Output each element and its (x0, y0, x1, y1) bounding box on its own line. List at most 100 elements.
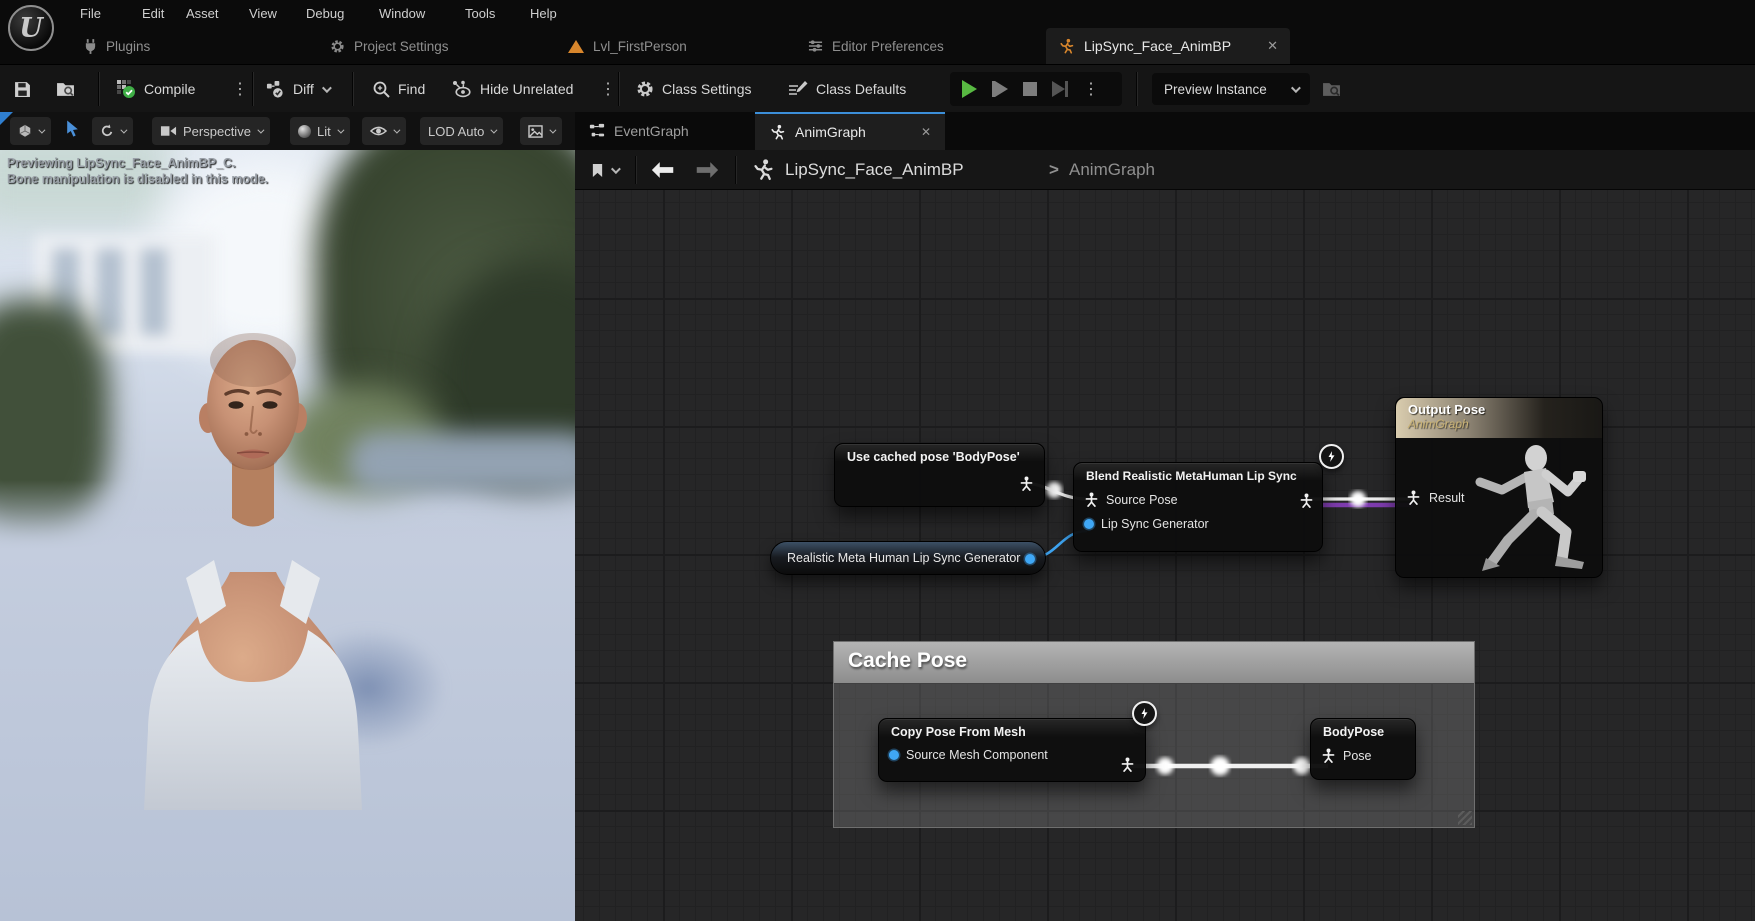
tab-editor-preferences-label: Editor Preferences (832, 39, 944, 54)
preview-instance-label: Preview Instance (1164, 82, 1267, 97)
top-chrome: U File Edit Asset View Debug Window Tool… (0, 0, 1755, 64)
pin-label: Source Pose (1106, 493, 1178, 507)
tab-lvl-firstperson[interactable]: Lvl_FirstPerson (568, 28, 687, 64)
pin-pose[interactable]: Pose (1311, 743, 1415, 768)
nav-forward-button[interactable] (695, 150, 721, 190)
gear-icon (636, 80, 654, 98)
tab-plugins-label: Plugins (106, 39, 150, 54)
browse-asset-button[interactable] (56, 65, 75, 113)
animgraph-canvas[interactable]: Cache Pose Use cached pose 'BodyPose' (575, 190, 1755, 921)
node-use-cached-pose[interactable]: Use cached pose 'BodyPose' (834, 443, 1045, 507)
skip-to-end-button[interactable] (1052, 81, 1068, 97)
nav-back-button[interactable] (649, 150, 675, 190)
lit-sphere-icon (298, 125, 311, 138)
bookmark-dropdown[interactable] (591, 150, 618, 190)
play-button[interactable] (962, 80, 977, 98)
select-cursor-button[interactable] (66, 120, 79, 142)
breadcrumb-root[interactable]: LipSync_Face_AnimBP (785, 150, 964, 190)
pose-output-pin[interactable] (1019, 476, 1034, 494)
show-flags-dropdown[interactable] (362, 117, 406, 145)
node-copy-pose-from-mesh[interactable]: Copy Pose From Mesh Source Mesh Componen… (878, 718, 1146, 782)
menu-tools[interactable]: Tools (461, 0, 499, 28)
tab-project-settings[interactable]: Project Settings (330, 28, 449, 64)
save-button[interactable] (14, 65, 31, 113)
menu-edit[interactable]: Edit (138, 0, 168, 28)
chevron-down-icon (120, 126, 127, 133)
menu-help[interactable]: Help (526, 0, 561, 28)
find-button[interactable]: Find (372, 65, 425, 113)
class-defaults-button[interactable]: Class Defaults (788, 65, 906, 113)
browse-preview-button[interactable] (1322, 65, 1341, 113)
tab-lipsync-face-animbp[interactable]: LipSync_Face_AnimBP ✕ (1046, 28, 1290, 64)
menu-asset[interactable]: Asset (182, 0, 223, 28)
chevron-down-icon (393, 126, 400, 133)
image-icon (528, 125, 543, 138)
toolbar-separator (98, 72, 99, 106)
blueprint-toolbar: Compile ⋮ Diff Find Hide Unrelated ⋮ Cla… (0, 64, 1755, 112)
object-output-pin[interactable] (1025, 554, 1035, 564)
tab-animgraph-label: AnimGraph (795, 124, 866, 140)
chevron-down-icon (491, 126, 498, 133)
frame-skip-button[interactable] (992, 81, 1008, 97)
bookmark-icon (591, 163, 604, 178)
close-icon[interactable]: ✕ (1267, 38, 1278, 54)
perspective-dropdown[interactable]: Perspective (152, 117, 270, 145)
object-pin-icon (889, 750, 899, 760)
menu-window[interactable]: Window (375, 0, 429, 28)
play-options-button[interactable]: ⋮ (1083, 79, 1099, 99)
comment-resize-handle[interactable] (1458, 811, 1472, 825)
tab-editor-preferences[interactable]: Editor Preferences (808, 28, 944, 64)
chevron-down-icon (38, 126, 45, 133)
preview-viewport[interactable]: Previewing LipSync_Face_AnimBP_C. Bone m… (0, 150, 575, 921)
menu-view[interactable]: View (245, 0, 281, 28)
gizmo-icon (18, 124, 32, 138)
animbp-runner-icon (1058, 38, 1075, 55)
compile-button[interactable]: Compile (116, 65, 195, 113)
rotation-snap-dropdown[interactable] (92, 117, 133, 145)
play-controls-group: ⋮ (950, 72, 1122, 106)
pose-output-pin[interactable] (1299, 493, 1314, 511)
compile-label: Compile (144, 81, 195, 97)
unreal-logo-icon[interactable]: U (8, 5, 54, 51)
lit-mode-dropdown[interactable]: Lit (290, 117, 350, 145)
pin-label: Source Mesh Component (906, 748, 1048, 762)
menu-file[interactable]: File (76, 0, 105, 28)
rotate-icon (100, 124, 114, 138)
node-save-cached-pose-bodypose[interactable]: BodyPose Pose (1310, 718, 1416, 780)
class-settings-button[interactable]: Class Settings (636, 65, 751, 113)
node-lipsync-generator-variable[interactable]: Realistic Meta Human Lip Sync Generator (770, 541, 1046, 575)
animgraph-runner-icon (769, 124, 786, 141)
tab-animgraph[interactable]: AnimGraph ✕ (755, 112, 945, 150)
class-defaults-label: Class Defaults (816, 81, 906, 97)
pin-source-mesh-component[interactable]: Source Mesh Component (879, 743, 1145, 767)
stop-button[interactable] (1023, 82, 1037, 96)
compile-options-button[interactable]: ⋮ (232, 65, 248, 113)
node-header: Output Pose AnimGraph (1396, 398, 1602, 438)
hide-unrelated-options-button[interactable]: ⋮ (600, 65, 616, 113)
node-output-pose[interactable]: Output Pose AnimGraph Result (1395, 397, 1603, 578)
pin-label: Pose (1343, 749, 1372, 763)
chevron-down-icon (257, 126, 264, 133)
pin-result[interactable]: Result (1406, 490, 1464, 505)
pose-output-pin[interactable] (1120, 757, 1135, 775)
tab-eventgraph[interactable]: EventGraph (575, 112, 703, 150)
node-title: Copy Pose From Mesh (879, 719, 1145, 743)
breadcrumb-current[interactable]: AnimGraph (1069, 150, 1155, 190)
breadcrumb-chevron: > (1049, 150, 1059, 190)
pin-source-pose[interactable]: Source Pose (1074, 487, 1322, 512)
screenshot-dropdown[interactable] (520, 117, 562, 145)
preview-instance-dropdown[interactable]: Preview Instance (1152, 73, 1310, 105)
toolbar-separator (1136, 72, 1137, 106)
transform-gizmo-dropdown[interactable] (10, 117, 51, 145)
comment-title[interactable]: Cache Pose (834, 642, 1474, 683)
diff-button[interactable]: Diff (266, 65, 329, 113)
hide-unrelated-button[interactable]: Hide Unrelated (452, 65, 573, 113)
node-blend-lipsync[interactable]: Blend Realistic MetaHuman Lip Sync Sourc… (1073, 462, 1323, 552)
menu-debug[interactable]: Debug (302, 0, 348, 28)
tab-plugins[interactable]: Plugins (84, 28, 150, 64)
close-icon[interactable]: ✕ (921, 125, 931, 139)
lod-dropdown[interactable]: LOD Auto (420, 117, 503, 145)
viewport-toolbar: Perspective Lit LOD Auto (0, 112, 575, 150)
chevron-down-icon (1291, 83, 1301, 93)
pin-lipsync-generator[interactable]: Lip Sync Generator (1074, 512, 1322, 536)
